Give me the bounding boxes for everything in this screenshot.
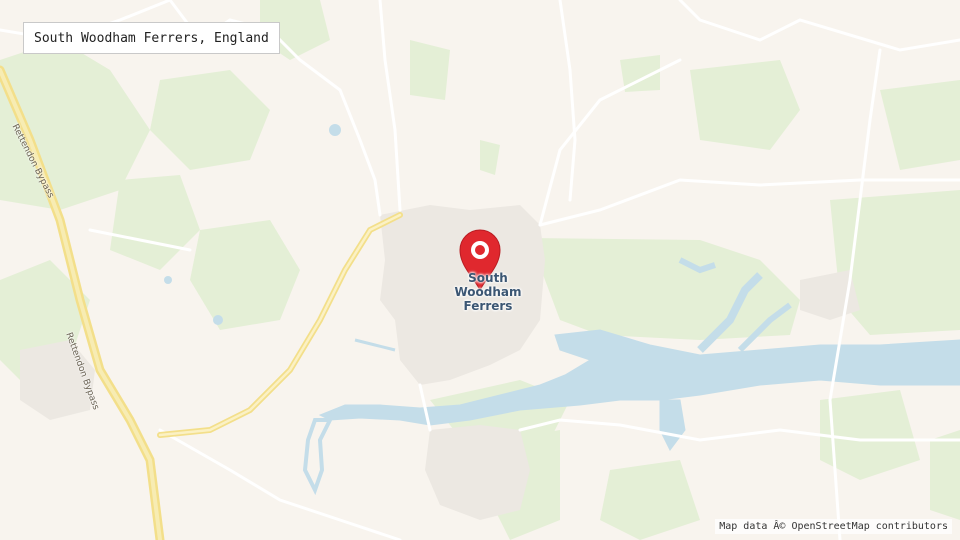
map-canvas[interactable]: South Woodham Ferrers, England South Woo… (0, 0, 960, 540)
place-name-label: South Woodham Ferrers, England (23, 22, 280, 54)
town-label: South Woodham Ferrers (454, 271, 522, 313)
map-attribution[interactable]: Map data Â© OpenStreetMap contributors (715, 519, 952, 534)
map-tiles (0, 0, 960, 540)
